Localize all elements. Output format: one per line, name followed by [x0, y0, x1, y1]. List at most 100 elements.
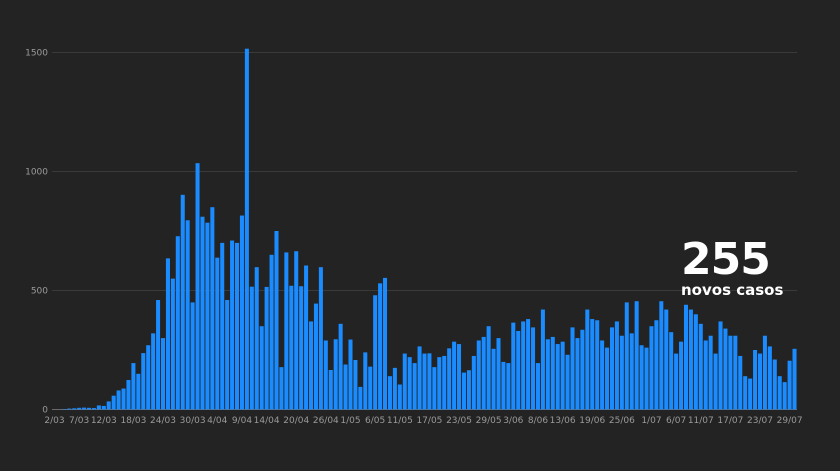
- bar: [570, 327, 575, 410]
- bar: [491, 348, 496, 410]
- x-tick-label: 17/05: [416, 416, 442, 426]
- bar: [294, 251, 299, 410]
- bar: [762, 335, 767, 410]
- bar: [160, 338, 166, 410]
- bar: [323, 340, 328, 410]
- bar: [649, 326, 654, 410]
- bar: [205, 222, 210, 410]
- bar: [580, 329, 585, 410]
- bar: [392, 367, 397, 410]
- bar: [284, 252, 289, 410]
- y-tick-label: 0: [42, 406, 48, 416]
- bar: [230, 240, 235, 410]
- bar: [511, 322, 516, 410]
- y-axis-labels: 0 500 1000 1500: [25, 49, 48, 416]
- bar: [728, 335, 733, 410]
- bar: [274, 231, 279, 410]
- bar: [151, 333, 156, 410]
- bar: [629, 333, 634, 410]
- bar: [338, 323, 343, 410]
- bar: [101, 405, 106, 410]
- bar: [560, 341, 565, 410]
- bar: [605, 347, 610, 410]
- bar: [235, 242, 240, 410]
- x-tick-label: 3/06: [503, 416, 523, 426]
- bar: [748, 378, 753, 410]
- bar: [733, 335, 738, 410]
- x-tick-label: 11/07: [688, 416, 714, 426]
- bar: [215, 257, 220, 410]
- bar: [614, 321, 619, 410]
- bar: [679, 341, 684, 410]
- bar: [72, 408, 77, 410]
- x-tick-label: 6/05: [365, 416, 385, 426]
- bar: [368, 366, 373, 410]
- x-tick-label: 23/05: [446, 416, 472, 426]
- bar: [600, 340, 605, 410]
- x-tick-label: 23/07: [747, 416, 773, 426]
- bar: [792, 348, 797, 410]
- x-tick-label: 18/03: [120, 416, 146, 426]
- x-axis-labels: 2/03 7/03 12/03 18/03 24/03 30/03 4/04 9/04 14/0…: [44, 416, 802, 426]
- bar: [77, 407, 82, 410]
- bar: [471, 355, 476, 410]
- bar: [309, 321, 314, 410]
- bar: [664, 309, 669, 410]
- bar: [96, 405, 101, 410]
- bar: [644, 347, 649, 410]
- bar: [609, 327, 614, 410]
- new-cases-label: novos casos: [681, 281, 784, 299]
- x-tick-label: 17/07: [717, 416, 743, 426]
- bar: [210, 207, 215, 410]
- bars: [62, 48, 797, 410]
- x-tick-label: 29/05: [476, 416, 502, 426]
- bar: [526, 319, 531, 410]
- x-tick-label: 7/03: [69, 416, 89, 426]
- bar: [358, 386, 363, 410]
- bar: [156, 300, 161, 410]
- bar: [639, 345, 644, 410]
- bar: [457, 344, 462, 410]
- bar: [496, 338, 501, 410]
- bar: [299, 286, 304, 410]
- bar: [486, 326, 491, 410]
- bar: [353, 360, 358, 410]
- bar: [373, 295, 378, 410]
- bar: [585, 309, 590, 410]
- bar: [452, 341, 457, 410]
- bar: [254, 267, 259, 410]
- bar: [654, 320, 659, 410]
- bar: [249, 286, 254, 410]
- bar: [738, 355, 743, 410]
- x-tick-label: 29/07: [777, 416, 803, 426]
- bar: [540, 309, 545, 410]
- bar: [506, 363, 511, 410]
- bar: [535, 363, 540, 410]
- bar: [516, 330, 521, 410]
- x-tick-label: 20/04: [283, 416, 309, 426]
- x-tick-label: 13/06: [550, 416, 576, 426]
- bar: [634, 301, 639, 410]
- bar: [531, 327, 536, 410]
- x-tick-label: 11/05: [387, 416, 413, 426]
- bar: [304, 265, 309, 410]
- bar: [550, 336, 555, 410]
- bar: [289, 285, 294, 410]
- bar: [447, 348, 452, 410]
- y-tick-label: 1500: [25, 49, 48, 59]
- bar: [674, 353, 679, 410]
- bar: [723, 328, 728, 410]
- x-tick-label: 4/04: [207, 416, 227, 426]
- bar: [279, 367, 284, 410]
- bar: [545, 339, 550, 410]
- bar: [333, 339, 338, 410]
- bar: [170, 278, 175, 410]
- bar: [461, 372, 466, 410]
- bar: [111, 395, 116, 410]
- new-cases-number: 255: [681, 234, 771, 285]
- bar: [195, 163, 200, 410]
- bar: [269, 254, 274, 410]
- bar: [126, 379, 131, 410]
- bar: [772, 359, 777, 410]
- bar: [757, 353, 763, 410]
